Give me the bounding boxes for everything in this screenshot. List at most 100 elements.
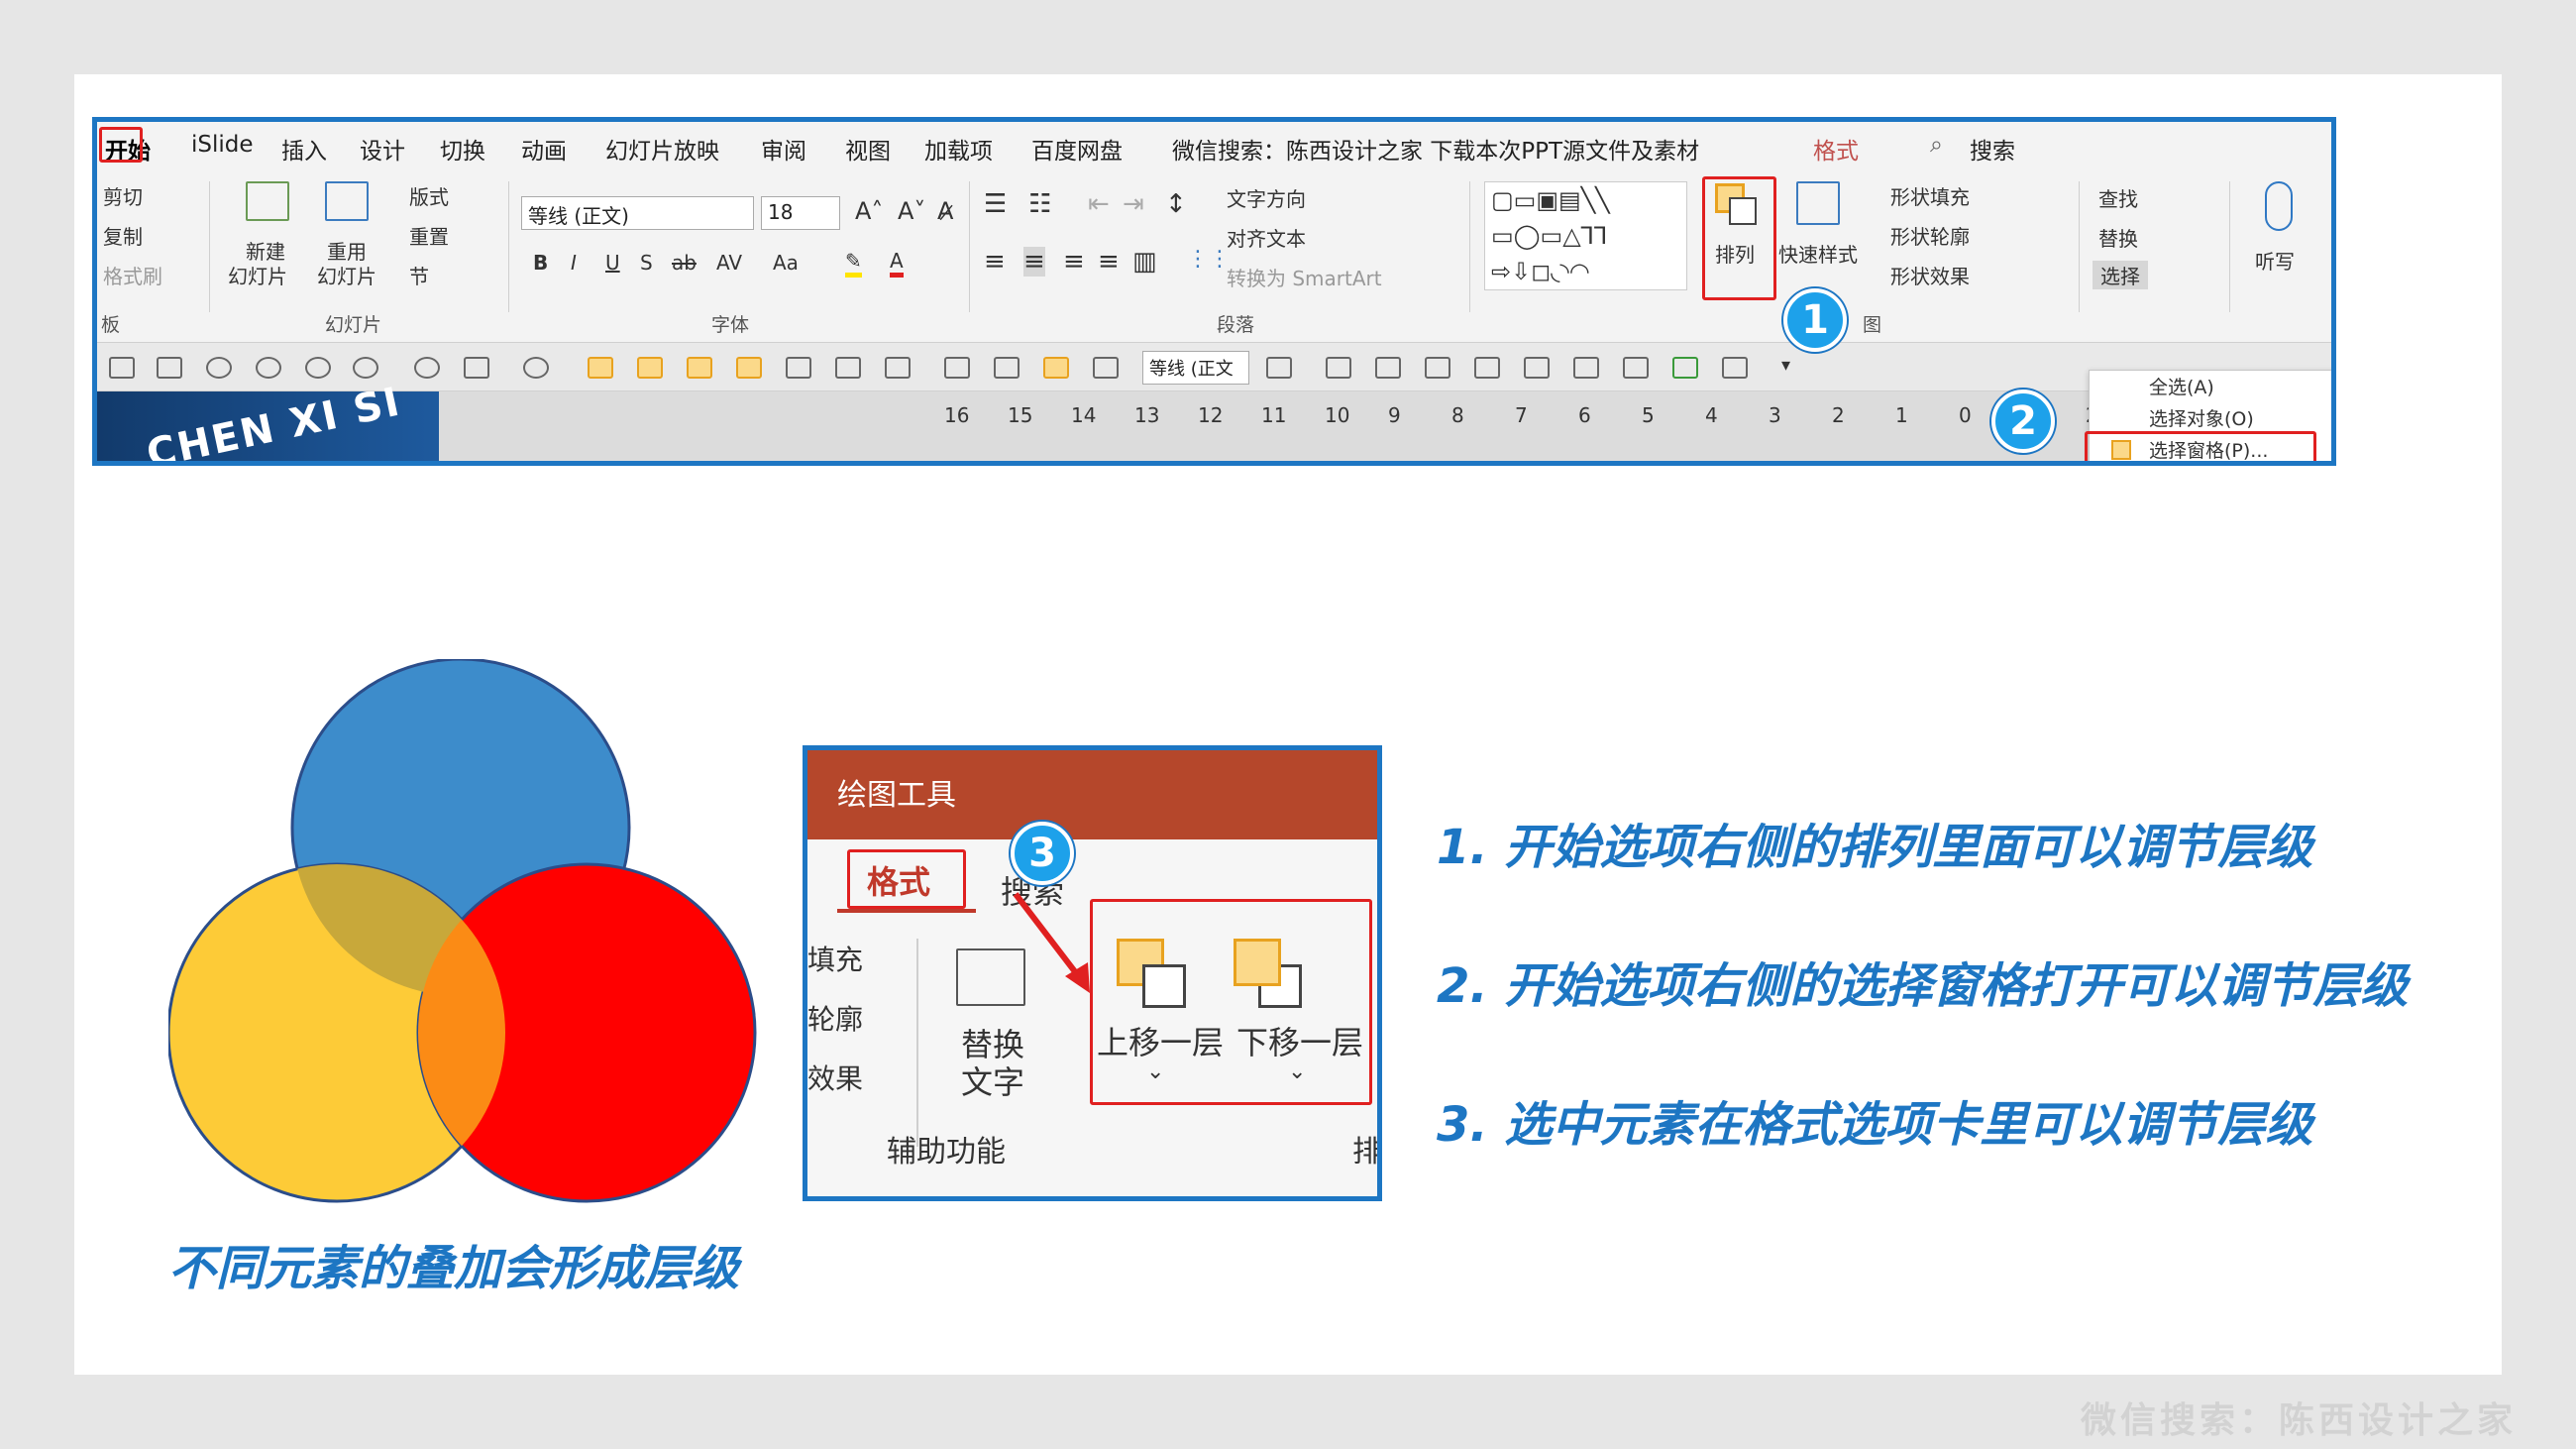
format-painter-button[interactable]: 格式刷: [103, 261, 162, 289]
qat-icon[interactable]: [588, 357, 613, 379]
cut-button[interactable]: 剪切: [103, 181, 143, 210]
qat-icon[interactable]: [1266, 357, 1292, 379]
qat-icon[interactable]: [1623, 357, 1649, 379]
change-case-icon[interactable]: Aa: [773, 251, 799, 275]
undo-icon[interactable]: [353, 357, 378, 379]
qat-icon[interactable]: [1722, 357, 1748, 379]
qat-icon[interactable]: [1474, 357, 1500, 379]
send-backward-chevron-icon[interactable]: ⌄: [1288, 1059, 1306, 1084]
layout-button[interactable]: 版式: [409, 181, 449, 210]
select-all-item[interactable]: 全选(A): [2149, 373, 2214, 399]
shapes-gallery[interactable]: ▢▭▣▤╲╲ ▭◯▭△⅂⅂ ⇨⇩◻◟◝◠: [1484, 181, 1687, 290]
line-spacing-icon[interactable]: ↕: [1165, 189, 1187, 219]
shape-outline-item[interactable]: 轮廓: [807, 998, 863, 1038]
shape-fill-button[interactable]: 形状填充: [1890, 181, 1970, 210]
qat-icon[interactable]: [1043, 357, 1069, 379]
select-objects-item[interactable]: 选择对象(O): [2149, 404, 2254, 431]
bring-forward-button[interactable]: 上移一层: [1097, 1018, 1224, 1063]
italic-icon[interactable]: I: [571, 251, 577, 275]
send-backward-button[interactable]: 下移一层: [1236, 1018, 1363, 1063]
highlight-color-icon[interactable]: ✎: [845, 249, 862, 278]
qat-icon[interactable]: [835, 357, 861, 379]
tab-animations[interactable]: 动画: [521, 132, 567, 166]
tab-addins[interactable]: 加载项: [924, 132, 993, 166]
distribute-icon[interactable]: ⋮⋮: [1187, 247, 1231, 272]
ribbon-search-label[interactable]: 搜索: [1970, 132, 2015, 166]
clear-format-icon[interactable]: A̷: [937, 197, 953, 225]
shape-fill-item[interactable]: 填充: [807, 939, 863, 978]
find-button[interactable]: 查找: [2098, 183, 2138, 212]
increase-indent-icon[interactable]: ⇥: [1123, 189, 1144, 219]
shape-effects-button[interactable]: 形状效果: [1890, 261, 1970, 289]
qat-icon[interactable]: [736, 357, 762, 379]
justify-icon[interactable]: ≡: [1098, 247, 1120, 277]
tab-slideshow[interactable]: 幻灯片放映: [605, 132, 719, 166]
tab-view[interactable]: 视图: [845, 132, 891, 166]
font-size-combobox[interactable]: 18: [761, 196, 840, 230]
tab-wechat-promo[interactable]: 微信搜索：陈西设计之家 下载本次PPT源文件及素材: [1172, 132, 1699, 166]
qat-icon[interactable]: [1573, 357, 1599, 379]
search-icon[interactable]: ⌕: [1930, 132, 1943, 158]
numbering-icon[interactable]: ☷: [1028, 189, 1051, 219]
bullets-icon[interactable]: ☰: [984, 189, 1007, 219]
tab-format[interactable]: 格式: [1813, 132, 1859, 166]
font-grow-icon[interactable]: A˄: [855, 197, 883, 225]
font-name-combobox[interactable]: 等线 (正文): [521, 196, 754, 230]
convert-smartart-button[interactable]: 转换为 SmartArt: [1227, 263, 1382, 291]
replace-button[interactable]: 替换: [2098, 223, 2138, 252]
tab-islide[interactable]: iSlide: [191, 132, 254, 158]
align-left-icon[interactable]: ≡: [984, 247, 1006, 277]
slide-thumbnail[interactable]: CHEN XI SI: [97, 379, 439, 461]
font-color-icon[interactable]: A: [890, 249, 904, 278]
bring-forward-chevron-icon[interactable]: ⌄: [1146, 1059, 1164, 1084]
quick-styles-button[interactable]: 快速样式: [1778, 239, 1858, 268]
qat-icon[interactable]: [1326, 357, 1351, 379]
qat-icon[interactable]: [687, 357, 712, 379]
qat-font-combobox[interactable]: 等线 (正文: [1142, 351, 1249, 385]
arrange-button[interactable]: 排列: [1715, 239, 1755, 268]
qat-icon[interactable]: [1375, 357, 1401, 379]
bold-icon[interactable]: B: [533, 251, 548, 275]
qat-icon[interactable]: [157, 357, 182, 379]
qat-more-icon[interactable]: ▾: [1781, 355, 1790, 376]
qat-icon[interactable]: [256, 357, 281, 379]
qat-icon[interactable]: [786, 357, 811, 379]
underline-icon[interactable]: U: [605, 251, 620, 275]
dictate-button[interactable]: 听写: [2255, 246, 2295, 275]
reuse-slides-label-2[interactable]: 幻灯片: [317, 261, 376, 289]
qat-icon[interactable]: [885, 357, 911, 379]
qat-icon[interactable]: [1524, 357, 1550, 379]
font-shrink-icon[interactable]: A˅: [898, 197, 925, 225]
columns-icon[interactable]: ▥: [1132, 247, 1157, 277]
selection-pane-item[interactable]: 选择窗格(P)...: [2149, 436, 2268, 461]
align-center-icon[interactable]: ≡: [1023, 247, 1045, 277]
section-button[interactable]: 节: [409, 261, 429, 289]
qat-icon[interactable]: [637, 357, 663, 379]
qat-icon[interactable]: [523, 357, 549, 379]
tab-review[interactable]: 审阅: [761, 132, 806, 166]
shadow-icon[interactable]: S: [640, 251, 653, 275]
tab-transitions[interactable]: 切换: [440, 132, 485, 166]
shape-effects-item[interactable]: 效果: [807, 1058, 863, 1097]
format-tab[interactable]: 格式: [867, 857, 930, 903]
qat-icon[interactable]: [464, 357, 489, 379]
qat-icon[interactable]: [1093, 357, 1119, 379]
tab-baidu[interactable]: 百度网盘: [1031, 132, 1123, 166]
text-direction-button[interactable]: 文字方向: [1227, 183, 1306, 212]
qat-icon[interactable]: [1672, 357, 1698, 379]
strikethrough-icon[interactable]: ab: [672, 251, 697, 275]
alt-text-label-2[interactable]: 文字: [961, 1058, 1024, 1103]
qat-icon[interactable]: [206, 357, 232, 379]
align-text-button[interactable]: 对齐文本: [1227, 223, 1306, 252]
redo-icon[interactable]: [414, 357, 440, 379]
new-slide-label-2[interactable]: 幻灯片: [228, 261, 287, 289]
char-spacing-icon[interactable]: AV: [716, 251, 742, 275]
align-right-icon[interactable]: ≡: [1063, 247, 1085, 277]
tab-design[interactable]: 设计: [360, 132, 405, 166]
qat-icon[interactable]: [944, 357, 970, 379]
qat-icon[interactable]: [109, 357, 135, 379]
reset-button[interactable]: 重置: [409, 221, 449, 250]
select-button[interactable]: 选择: [2093, 261, 2148, 289]
qat-icon[interactable]: [305, 357, 331, 379]
copy-button[interactable]: 复制: [103, 221, 143, 250]
